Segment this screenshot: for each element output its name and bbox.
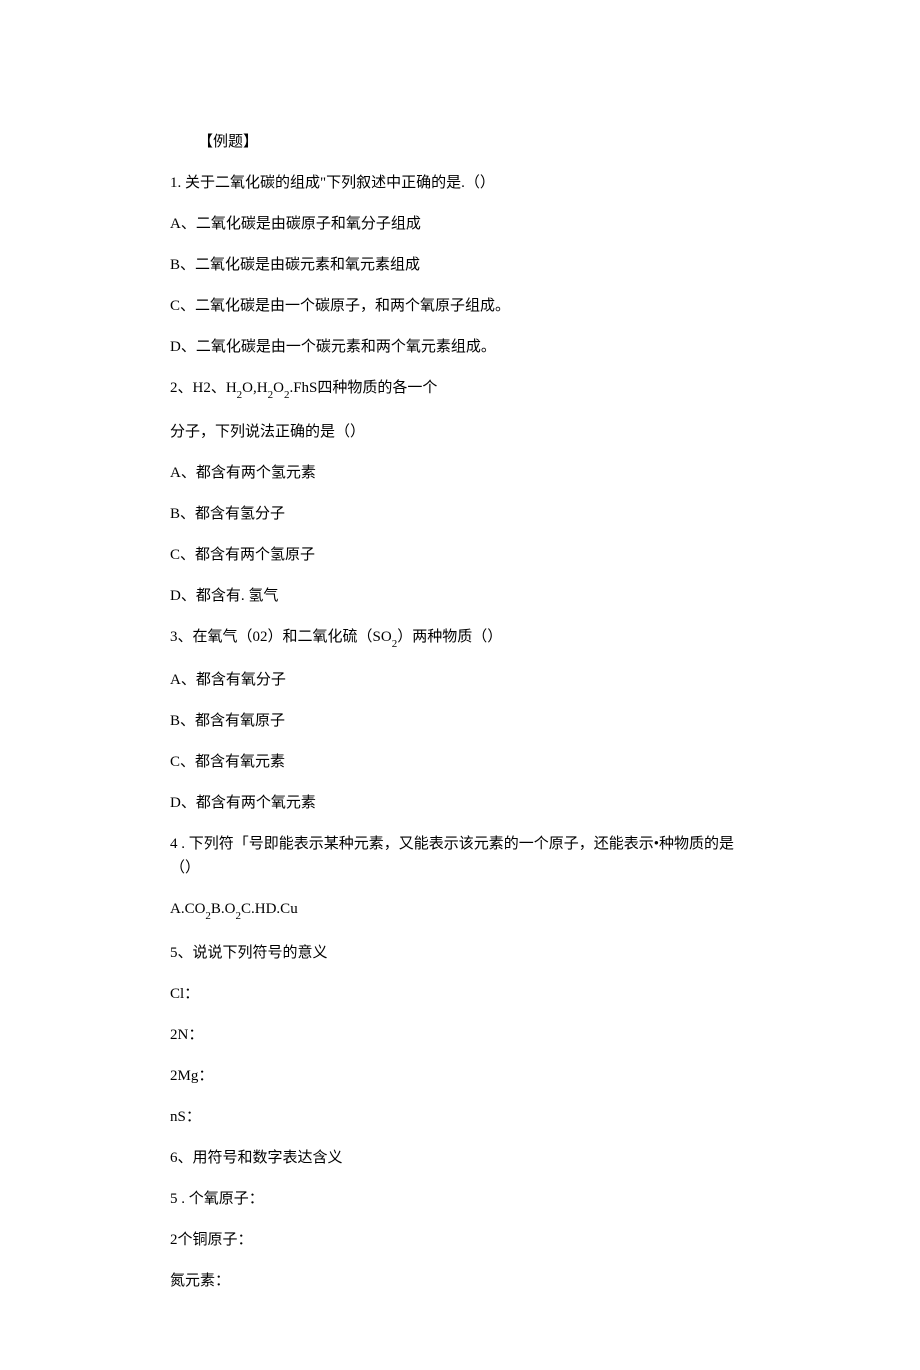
section-header: 【例题】 <box>170 130 750 154</box>
q2-stem-line1: 2、H2、H2O,H2O2.FhS四种物质的各一个 <box>170 376 750 403</box>
q5-item-2: 2N： <box>170 1023 750 1047</box>
q2-text-4: .FhS四种物质的各一个 <box>289 380 437 396</box>
q6-item-3: 氮元素： <box>170 1269 750 1293</box>
q2-stem-line2: 分子，下列说法正确的是（） <box>170 420 750 444</box>
q5-header: 5、说说下列符号的意义 <box>170 941 750 965</box>
q2-option-c: C、都含有两个氢原子 <box>170 543 750 567</box>
q4-stem: 4 . 下列符「号即能表示某种元素，又能表示该元素的一个原子，还能表示•种物质的… <box>170 832 750 880</box>
subscript: 2 <box>392 638 398 650</box>
q2-option-d: D、都含有. 氢气 <box>170 584 750 608</box>
q1-stem: 1. 关于二氧化碳的组成"下列叙述中正确的是.（） <box>170 171 750 195</box>
q1-option-a: A、二氧化碳是由碳原子和氧分子组成 <box>170 212 750 236</box>
q3-option-a: A、都含有氧分子 <box>170 668 750 692</box>
q2-text-3: O <box>273 380 284 396</box>
q1-option-b: B、二氧化碳是由碳元素和氧元素组成 <box>170 253 750 277</box>
q2-text-1: 2、H2、H <box>170 380 237 396</box>
q2-option-a: A、都含有两个氢元素 <box>170 461 750 485</box>
subscript: 2 <box>237 389 243 401</box>
q1-option-d: D、二氧化碳是由一个碳元素和两个氧元素组成。 <box>170 335 750 359</box>
subscript: 2 <box>205 910 211 922</box>
q6-header: 6、用符号和数字表达含义 <box>170 1146 750 1170</box>
q4-opt-1: A.CO <box>170 901 205 917</box>
q3-option-b: B、都含有氧原子 <box>170 709 750 733</box>
q6-item-1: 5 . 个氧原子： <box>170 1187 750 1211</box>
q5-item-3: 2Mg： <box>170 1064 750 1088</box>
q3-option-c: C、都含有氧元素 <box>170 750 750 774</box>
q2-option-b: B、都含有氢分子 <box>170 502 750 526</box>
q3-option-d: D、都含有两个氧元素 <box>170 791 750 815</box>
q5-item-1: Cl： <box>170 982 750 1006</box>
q1-option-c: C、二氧化碳是由一个碳原子，和两个氧原子组成。 <box>170 294 750 318</box>
q4-opt-3: C.HD.Cu <box>241 901 298 917</box>
q3-stem: 3、在氧气（02）和二氧化硫（SO2）两种物质（） <box>170 625 750 652</box>
subscript: 2 <box>284 389 290 401</box>
q3-text-1: 3、在氧气（02）和二氧化硫（SO <box>170 629 392 645</box>
q6-item-2: 2个铜原子： <box>170 1228 750 1252</box>
q3-text-2: ）两种物质（） <box>397 629 502 645</box>
q5-item-4: nS： <box>170 1105 750 1129</box>
q4-opt-2: B.O <box>211 901 236 917</box>
q2-text-2: O,H <box>242 380 267 396</box>
subscript: 2 <box>268 389 274 401</box>
subscript: 2 <box>236 910 242 922</box>
q4-options: A.CO2B.O2C.HD.Cu <box>170 897 750 924</box>
